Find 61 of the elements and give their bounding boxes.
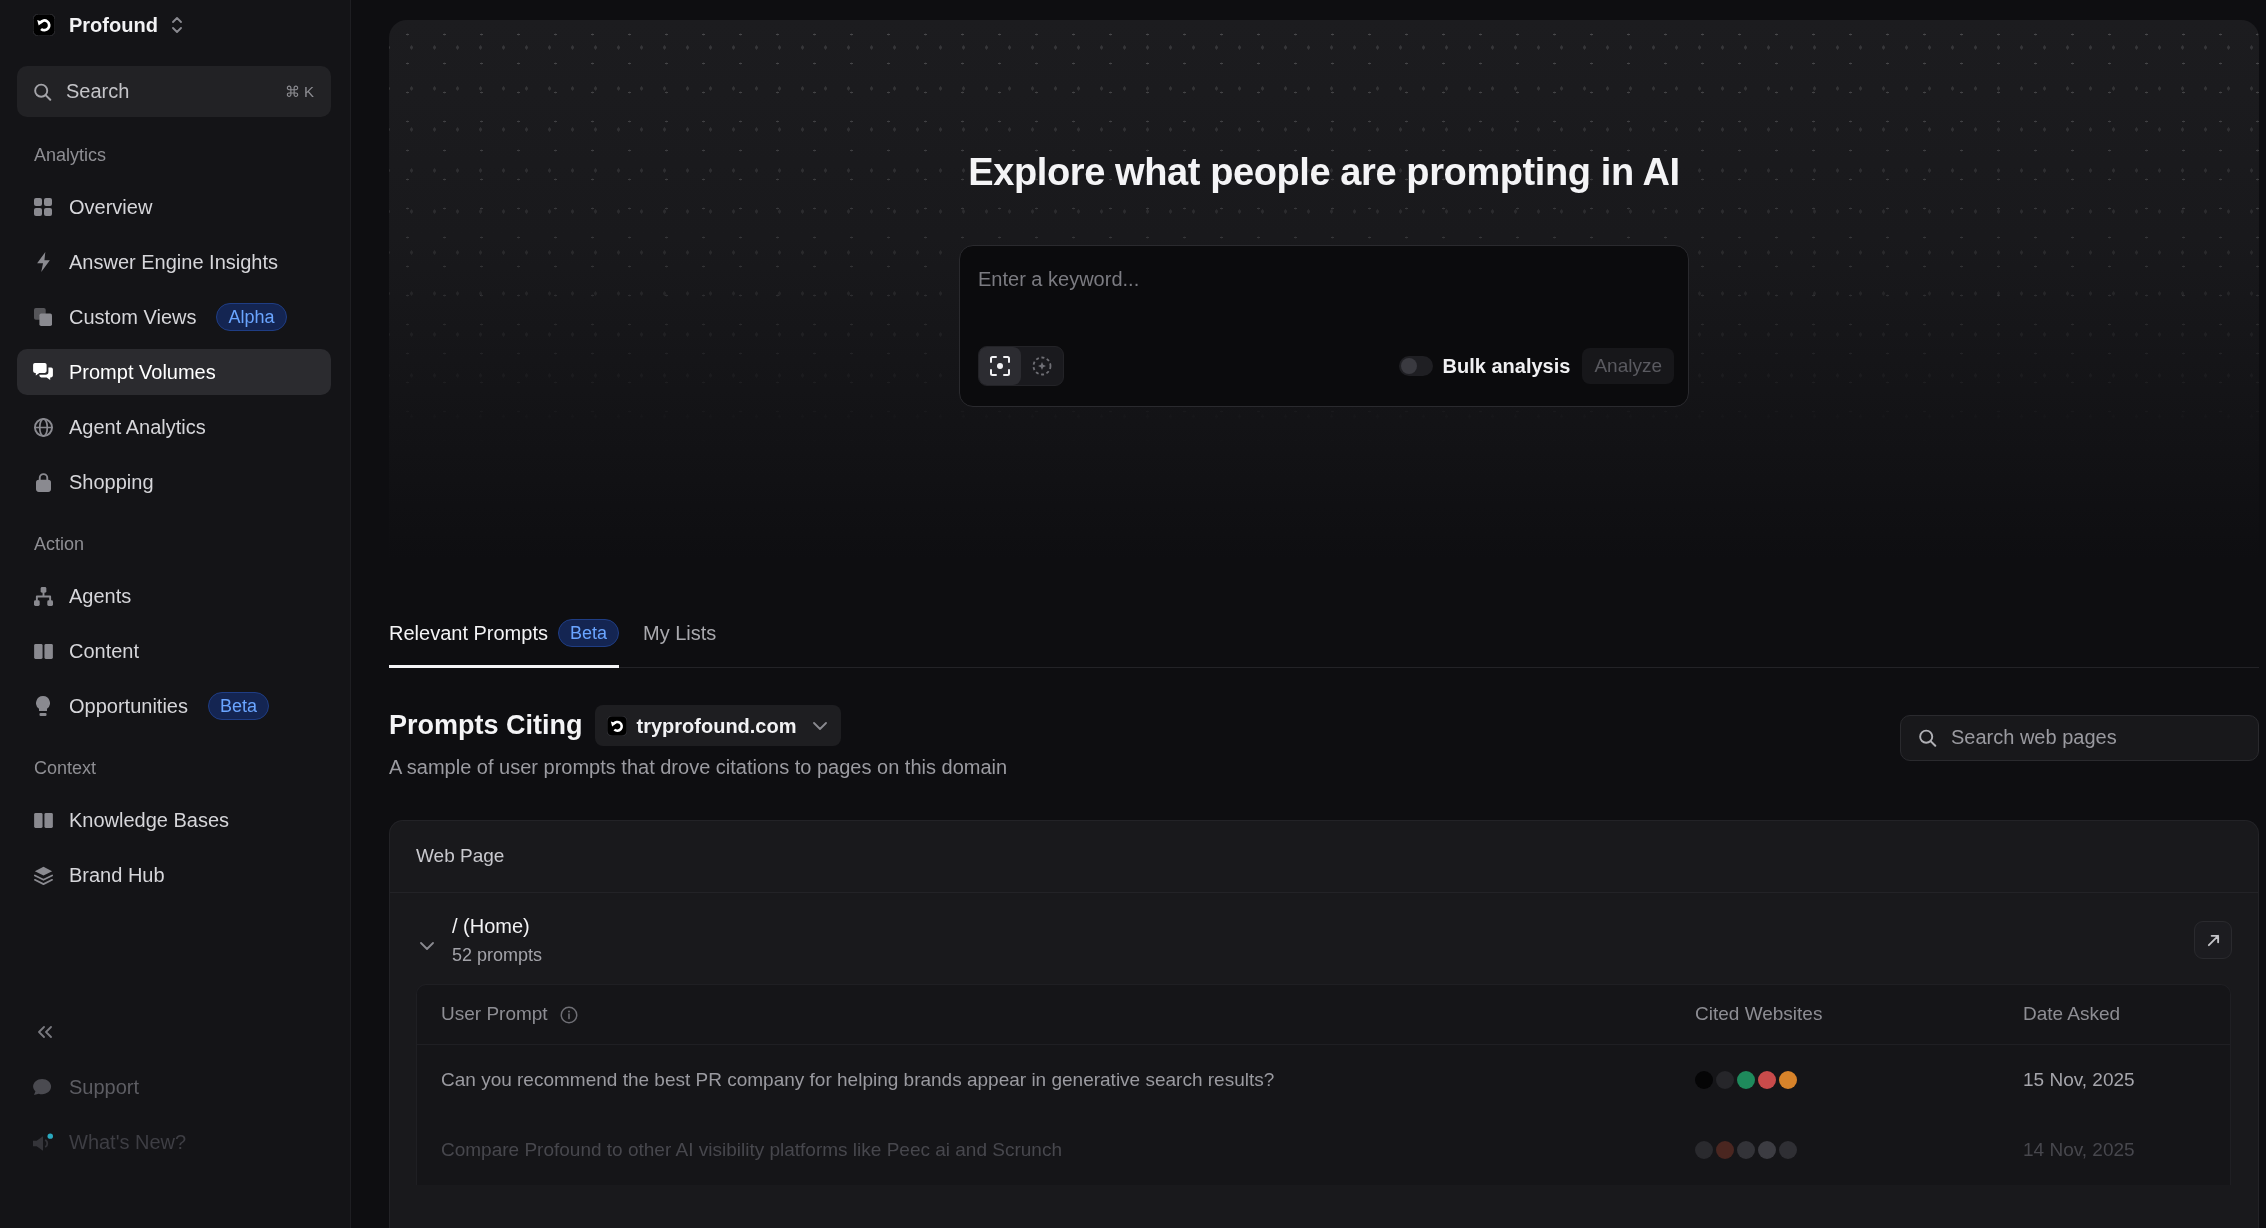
domain-dropdown[interactable]: tryprofound.com (594, 705, 841, 746)
nav-item[interactable]: Answer Engine Insights (17, 239, 331, 285)
nav-item[interactable]: Knowledge Bases (17, 797, 331, 843)
nav-item[interactable]: Agents (17, 573, 331, 619)
stacked-squares-icon (34, 308, 52, 326)
workspace-switcher[interactable]: Profound (17, 0, 182, 50)
feature-badge: Alpha (216, 303, 287, 331)
arrow-up-right-icon (2206, 933, 2220, 947)
mode-button[interactable] (979, 347, 1021, 386)
two-columns-icon (33, 643, 53, 659)
column-header: Cited Websites (1695, 1002, 1823, 1027)
search-icon (33, 82, 52, 101)
logo-icon (606, 715, 627, 736)
column-header: Web Page (416, 844, 505, 869)
column-header: User Prompt (441, 1002, 548, 1027)
lightning-icon (36, 252, 50, 272)
prompt-count: 52 prompts (452, 944, 543, 967)
feature-badge: Beta (557, 619, 619, 647)
search-field[interactable]: Search web pages (1900, 714, 2259, 761)
page-title: / (Home) (452, 914, 531, 939)
tab[interactable]: Relevant Prompts Beta (389, 610, 619, 668)
open-page-button[interactable] (2194, 921, 2232, 959)
hero-title: Explore what people are prompting in AI (968, 150, 1680, 195)
chat-bubbles-icon (33, 363, 53, 381)
search-icon (1918, 728, 1937, 747)
layers-icon (33, 865, 53, 885)
shortcut-hint: ⌘ K (284, 81, 314, 102)
nav-item[interactable]: Shopping (17, 459, 331, 505)
section-title: Prompts Citing (389, 709, 583, 742)
double-chevron-left-icon (37, 1026, 53, 1038)
section-label: Action (33, 533, 86, 556)
nav-item[interactable]: Prompt Volumes (17, 349, 331, 395)
padlock-icon (35, 472, 51, 492)
date-text: 15 Nov, 2025 (2023, 1068, 2135, 1090)
section-label: Analytics (33, 144, 108, 167)
info-icon (559, 1005, 578, 1024)
chevron-down-icon (812, 721, 827, 730)
lightbulb-icon (36, 696, 50, 716)
feature-badge: Beta (207, 692, 269, 720)
grid-icon (34, 198, 52, 216)
nav-item[interactable]: Content (17, 628, 331, 674)
section-label: Context (33, 757, 98, 780)
nav-item[interactable]: Overview (17, 184, 331, 230)
nav-item[interactable]: Opportunities Beta (17, 683, 331, 729)
toggle-label: Bulk analysis (1442, 354, 1571, 380)
nav-item[interactable]: Custom Views Alpha (17, 294, 331, 340)
section-description: A sample of user prompts that drove citations to pages on this domain (389, 755, 1008, 780)
focus-frame-icon (990, 356, 1010, 377)
prompt-text: Can you recommend the best PR company for helping brands appear in generative search results? (441, 1068, 1275, 1090)
keyword-field[interactable]: Enter a keyword... (978, 262, 1674, 297)
chevron-up-down-icon (171, 17, 182, 33)
globe-icon (33, 417, 53, 437)
nav-item[interactable]: Agent Analytics (17, 404, 331, 450)
tab[interactable]: My Lists (643, 610, 717, 668)
hierarchy-icon (33, 586, 53, 606)
dotted-circle-icon (1032, 356, 1052, 377)
nav-item[interactable]: Brand Hub (17, 852, 331, 898)
logo-icon (33, 14, 55, 36)
column-header: Date Asked (2023, 1002, 2121, 1027)
two-columns-icon (33, 812, 53, 828)
toggle-switch[interactable] (1398, 356, 1433, 377)
